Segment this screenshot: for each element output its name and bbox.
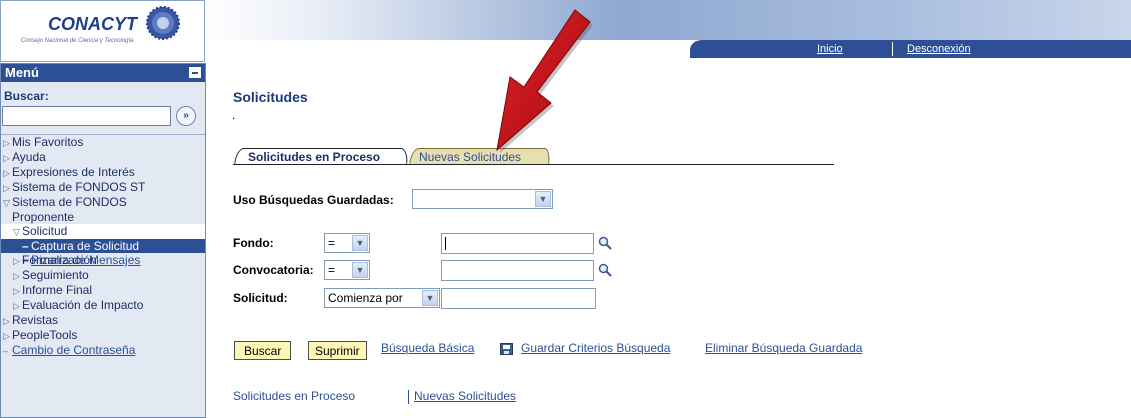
collapse-icon[interactable]: [189, 67, 201, 78]
triangle-down-icon: ▽: [13, 227, 20, 237]
menu-title: Menú: [5, 65, 39, 80]
triangle-right-icon: ▷: [13, 286, 20, 296]
sidebar-item-ayuda[interactable]: ▷ Ayuda: [1, 150, 205, 165]
sidebar-item-fondos-st[interactable]: ▷ Sistema de FONDOS ST: [1, 180, 205, 195]
search-button[interactable]: Buscar: [234, 341, 292, 360]
triangle-right-icon: ▷: [13, 271, 20, 281]
magnifier-icon[interactable]: [598, 236, 612, 250]
fondo-input[interactable]: [441, 233, 594, 254]
solicitud-input[interactable]: [441, 288, 596, 309]
sidebar-item-evaluacion-impacto[interactable]: ▷ Evaluación de Impacto: [1, 298, 205, 313]
triangle-right-icon: ▷: [13, 301, 20, 311]
bottom-link-in-process[interactable]: Solicitudes en Proceso: [233, 389, 355, 403]
logo-text: CONACYT: [48, 14, 137, 34]
delete-saved-search-link[interactable]: Eliminar Búsqueda Guardada: [705, 341, 862, 355]
triangle-right-icon: ▷: [3, 183, 10, 193]
search-row: »: [1, 105, 205, 129]
triangle-right-icon: ▷: [13, 256, 20, 266]
tab-nuevas-solicitudes-label[interactable]: Nuevas Solicitudes: [419, 150, 521, 164]
chevron-down-icon: ▼: [352, 262, 368, 278]
sidebar-item-proponente[interactable]: Proponente: [1, 210, 205, 224]
sidebar-item-solicitud[interactable]: ▽ Solicitud: [1, 224, 205, 239]
logo-subtitle: Consejo Nacional de Ciencia y Tecnología: [21, 38, 134, 44]
triangle-down-icon: ▽: [3, 198, 10, 208]
triangle-right-icon: ▷: [3, 138, 10, 148]
sidebar-item-formalizacion[interactable]: ▷ Formalización: [1, 253, 205, 268]
search-label: Buscar:: [4, 89, 49, 103]
sidebar-item-revistas[interactable]: ▷ Revistas: [1, 313, 205, 328]
text-caret: [445, 237, 446, 250]
convocatoria-input[interactable]: [441, 260, 594, 281]
dash-icon: –: [22, 239, 29, 253]
triangle-right-icon: ▷: [3, 316, 10, 326]
page-dot: .: [232, 108, 236, 122]
sidebar-item-captura-solicitud[interactable]: – Captura de Solicitud: [1, 239, 205, 253]
saved-search-select[interactable]: ▼: [412, 189, 553, 209]
tab-baseline: [233, 164, 834, 165]
bottom-link-separator: [408, 390, 409, 404]
sidebar-item-expresiones[interactable]: ▷ Expresiones de Interés: [1, 165, 205, 180]
saved-search-label: Uso Búsquedas Guardadas:: [233, 193, 394, 207]
fondo-operator-select[interactable]: = ▼: [324, 233, 370, 253]
menu-header: Menú: [1, 64, 205, 82]
solicitud-label: Solicitud:: [233, 291, 288, 305]
header-nav: Inicio Desconexión: [690, 40, 1131, 58]
dash-icon: –: [3, 346, 9, 356]
menu-list: ▷ Mis Favoritos ▷ Ayuda ▷ Expresiones de In…: [1, 134, 205, 357]
magnifier-icon[interactable]: [598, 263, 612, 277]
save-criteria-link[interactable]: Guardar Criterios Búsqueda: [521, 341, 670, 355]
triangle-right-icon: ▷: [3, 153, 10, 163]
clear-button[interactable]: Suprimir: [308, 341, 367, 360]
tab-solicitudes-en-proceso-label[interactable]: Solicitudes en Proceso: [248, 150, 380, 164]
home-link[interactable]: Inicio: [817, 43, 843, 55]
sidebar-menu: Menú Buscar: » ▷ Mis Favoritos ▷ Ayuda ▷ Ex…: [0, 63, 206, 418]
chevron-down-icon: ▼: [535, 191, 551, 207]
double-chevron-right-icon[interactable]: »: [176, 106, 196, 126]
logo: CONACYT Consejo Nacional de Ciencia y Te…: [0, 0, 205, 62]
triangle-right-icon: ▷: [3, 331, 10, 341]
bottom-link-new[interactable]: Nuevas Solicitudes: [414, 389, 516, 403]
chevron-down-icon: ▼: [422, 290, 438, 306]
logout-link[interactable]: Desconexión: [907, 43, 971, 55]
sidebar-item-peopletools[interactable]: ▷ PeopleTools: [1, 328, 205, 343]
sidebar-item-mis-favoritos[interactable]: ▷ Mis Favoritos: [1, 135, 205, 150]
nav-separator: [892, 42, 893, 56]
fondo-label: Fondo:: [233, 236, 274, 250]
sidebar-item-seguimiento[interactable]: ▷ Seguimiento: [1, 268, 205, 283]
menu-search-input[interactable]: [2, 106, 171, 126]
page-title: Solicitudes: [233, 89, 308, 105]
header-banner: [205, 0, 1131, 40]
sidebar-item-cambio-contrasena[interactable]: – Cambio de Contraseña: [1, 343, 135, 358]
convocatoria-operator-select[interactable]: = ▼: [324, 260, 370, 280]
triangle-right-icon: ▷: [3, 168, 10, 178]
solicitud-operator-select[interactable]: Comienza por ▼: [324, 288, 440, 308]
floppy-disk-icon[interactable]: [500, 343, 513, 355]
sidebar-item-informe-final[interactable]: ▷ Informe Final: [1, 283, 205, 298]
conacyt-emblem-icon: [146, 6, 180, 40]
sidebar-item-fondos[interactable]: ▽ Sistema de FONDOS: [1, 195, 205, 210]
basic-search-link[interactable]: Búsqueda Básica: [381, 341, 474, 355]
convocatoria-label: Convocatoria:: [233, 263, 314, 277]
chevron-down-icon: ▼: [352, 235, 368, 251]
